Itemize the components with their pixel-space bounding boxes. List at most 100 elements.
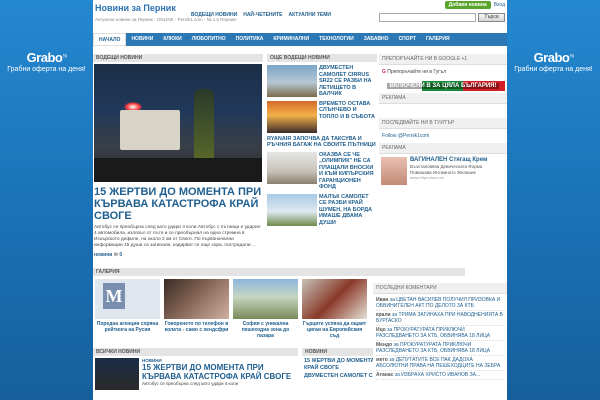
- comment-text[interactable]: за ИЗБРАХА ХРИСТО ИВАНОВ ЗА...: [395, 372, 480, 378]
- news-title[interactable]: МАЛЪК САМОЛЕТ СЕ РАЗБИ КРАЙ ШУМЕН, НА БО…: [319, 194, 377, 227]
- section-head-other: ОЩЕ ВОДЕЩИ НОВИНИ: [267, 54, 377, 62]
- grabo-tagline: Грабни оферта на деня!: [7, 66, 86, 73]
- nav-news[interactable]: НОВИНИ: [126, 33, 158, 46]
- comment-icon: ✉: [113, 252, 118, 258]
- gallery-image[interactable]: [302, 279, 367, 319]
- topnav-lead-news[interactable]: ВОДЕЩИ НОВИНИ: [191, 12, 237, 18]
- gallery-caption[interactable]: София с уникална пешеходна зона до пазар…: [233, 321, 298, 339]
- comment-text[interactable]: за ПРОКУРАТУРАТА ПРИКЛЮЧИ РАЗСЛЕДВАНЕТО …: [376, 342, 490, 354]
- news-title[interactable]: RYANAIR ЗАПОЧВА ДА ТАКСУВА И РЪЧНИЯ БАГА…: [267, 136, 377, 149]
- news-thumbnail[interactable]: [267, 151, 317, 184]
- gallery-item[interactable]: Гърците успяха да ощаят цигаи на Европей…: [302, 279, 367, 339]
- comment-text[interactable]: за ДЕПУТАТИТЕ ВСЕ ПАК ДАДОХА АБСОЛЮТНИ П…: [376, 357, 500, 369]
- gplus-body: G Препоръчайте ни в Гугъл: [379, 65, 507, 79]
- road-shape: [94, 158, 262, 182]
- comment-author: Атанас: [376, 372, 394, 378]
- list-item[interactable]: НОВИНИ 15 ЖЕРТВИ ДО МОМЕНТА ПРИ КЪРВАВА …: [93, 356, 298, 392]
- gallery-caption[interactable]: Гърците успяха да ощаят цигаи на Европей…: [302, 321, 367, 339]
- nav-home[interactable]: НАЧАЛО: [93, 33, 127, 46]
- news-title[interactable]: 15 ЖЕРТВИ ДО МОМЕНТА ПРИ КЪРВАВА КАТАСТР…: [142, 363, 296, 381]
- promo-site[interactable]: www.hitproduct.net: [410, 175, 505, 180]
- comment-text[interactable]: за ТРИМА ЗАГИНАХА ПРИ НАВОДНЕНИЯТА В БУР…: [376, 312, 503, 324]
- nav-tech[interactable]: ТЕХНОЛОГИИ: [314, 33, 359, 46]
- section-head-all: ВСИЧКИ НОВИНИ: [93, 348, 298, 356]
- add-news-button[interactable]: Добави новина: [444, 1, 491, 9]
- lead-comment-count[interactable]: 0: [119, 252, 122, 258]
- gallery-image[interactable]: [233, 279, 298, 319]
- news-title[interactable]: ОКАЗВА СЕ ЧЕ „ОЛИМПИК" НЕ СА ПЛАЩАЛИ ВНО…: [319, 152, 377, 191]
- section-head-gallery: ГАЛЕРИЯ: [93, 268, 465, 276]
- promo-title[interactable]: ВАГИНАЛЕН Стягащ Крем: [410, 157, 505, 164]
- gallery-item[interactable]: София с уникална пешеходна зона до пазар…: [233, 279, 298, 339]
- gallery-caption[interactable]: Говоренето по телефон в колата - само с …: [164, 321, 229, 333]
- twitter-follow-link[interactable]: Follow @Pernik1com: [379, 129, 507, 143]
- grabo-tagline: Грабни оферта на деня!: [514, 66, 593, 73]
- topnav-hot-topics[interactable]: АКТУАЛНИ ТЕМИ: [289, 12, 332, 18]
- sidebar: ПРЕПОРЪЧАЙТЕ НИ В GOOGLE +1 G Препоръчай…: [379, 54, 507, 188]
- lead-photo[interactable]: [94, 64, 262, 182]
- nav-curious[interactable]: ЛЮБОПИТНО: [187, 33, 231, 46]
- bulgaria-banner[interactable]: ВКЛЮЧЕНИ В ЗА ЦЯЛА БЪЛГАРИЯ!: [381, 81, 505, 91]
- list-item[interactable]: МАЛЪК САМОЛЕТ СЕ РАЗБИ КРАЙ ШУМЕН, НА БО…: [267, 193, 377, 227]
- news-thumbnail[interactable]: [267, 65, 317, 97]
- moodys-m-logo: M: [103, 283, 125, 309]
- comments-widget: ПОСЛЕДНИ КОМЕНТАРИ Иван за ЦВЕТАН ВАСИЛЕ…: [373, 283, 507, 400]
- comments-head: ПОСЛЕДНИ КОМЕНТАРИ: [373, 283, 507, 294]
- list-item[interactable]: ВРЕМЕТО ОСТАВА СЛЪНЧЕВО И ТОПЛО И В СЪБО…: [267, 100, 377, 133]
- search-input[interactable]: [379, 13, 476, 22]
- list-item[interactable]: ОКАЗВА СЕ ЧЕ „ОЛИМПИК" НЕ СА ПЛАЩАЛИ ВНО…: [267, 151, 377, 191]
- gallery-image[interactable]: [164, 279, 229, 319]
- grabo-logo: Grabo.bg: [26, 50, 67, 65]
- nav-gallery[interactable]: ГАЛЕРИЯ: [421, 33, 455, 46]
- topnav-most-read[interactable]: НАЙ-ЧЕТЕНИТЕ: [243, 12, 282, 18]
- other-lead-column: ОЩЕ ВОДЕЩИ НОВИНИ ДВУМЕСТЕН САМОЛЕТ CIRR…: [267, 54, 377, 229]
- lead-meta: новини ✉ 0: [93, 250, 263, 260]
- top-nav: ВОДЕЩИ НОВИНИ НАЙ-ЧЕТЕНИТЕ АКТУАЛНИ ТЕМИ: [191, 12, 331, 18]
- ad-label: РЕКЛАМА: [379, 93, 507, 104]
- ad-label: РЕКЛАМА: [379, 143, 507, 154]
- promo-image[interactable]: [381, 157, 407, 185]
- news-thumbnail[interactable]: [267, 193, 317, 226]
- comment-text[interactable]: за ПРОКУРАТУРАТА ПРИКЛЮЧИ РАЗСЛЕДВАНЕТО …: [376, 327, 490, 339]
- comment-item[interactable]: Атанас за ИЗБРАХА ХРИСТО ИВАНОВ ЗА...: [376, 371, 504, 380]
- news-thumbnail[interactable]: [267, 100, 317, 133]
- nav-politics[interactable]: ПОЛИТИКА: [231, 33, 269, 46]
- news-title[interactable]: ДВУМЕСТЕН САМОЛЕТ CIRRUS SR22 СЕ РАЗБИ Н…: [319, 65, 377, 98]
- comment-item[interactable]: Иван за ЦВЕТАН ВАСИЛЕВ ПОЛУЧИЛ ПРИЗОВКА …: [376, 296, 504, 311]
- news-thumbnail[interactable]: [95, 358, 139, 390]
- nav-sport[interactable]: СПОРТ: [394, 33, 421, 46]
- gallery-item[interactable]: Говоренето по телефон в колата - само с …: [164, 279, 229, 339]
- promo-ad[interactable]: ВАГИНАЛЕН Стягащ Крем Възстановява Девич…: [379, 154, 507, 188]
- grabo-logo: Grabo.bg: [533, 50, 574, 65]
- comments-list: Иван за ЦВЕТАН ВАСИЛЕВ ПОЛУЧИЛ ПРИЗОВКА …: [373, 294, 507, 382]
- gallery-image[interactable]: M: [95, 279, 160, 319]
- lead-text: Автобус се преобърна след като удари 4 к…: [94, 225, 261, 248]
- comment-item[interactable]: Ицо за ПРОКУРАТУРАТА ПРИКЛЮЧИ РАЗСЛЕДВАН…: [376, 326, 504, 341]
- nav-gossip[interactable]: КЛЮКИ: [158, 33, 186, 46]
- lead-news-column: ВОДЕЩИ НОВИНИ 15 ЖЕРТВИ ДО МОМЕНТА ПРИ К…: [93, 54, 263, 260]
- gallery-item[interactable]: M Поредна агенция спряна рейтинга на Рус…: [95, 279, 160, 339]
- comment-item[interactable]: мето за ДЕПУТАТИТЕ ВСЕ ПАК ДАДОХА АБСОЛЮ…: [376, 356, 504, 371]
- comment-item[interactable]: крали за ТРИМА ЗАГИНАХА ПРИ НАВОДНЕНИЯТА…: [376, 311, 504, 326]
- list-item[interactable]: ДВУМЕСТЕН САМОЛЕТ CIRRUS SR22 СЕ РАЗБИ Н…: [267, 65, 377, 98]
- comment-text[interactable]: за ЦВЕТАН ВАСИЛЕВ ПОЛУЧИЛ ПРИЗОВКА И ОБВ…: [376, 297, 500, 309]
- nav-fun[interactable]: ЗАБАВНО: [359, 33, 394, 46]
- police-officer-shape: [194, 89, 214, 164]
- nav-crime[interactable]: КРИМИНАЛНИ: [268, 33, 314, 46]
- grabo-ad-right[interactable]: Grabo.bg Грабни оферта на деня!: [507, 50, 600, 74]
- lead-title[interactable]: 15 ЖЕРТВИ ДО МОМЕНТА ПРИ КЪРВАВА КАТАСТР…: [93, 184, 263, 224]
- site-title[interactable]: Новини за Перник: [95, 3, 176, 13]
- lead-category-link[interactable]: новини: [94, 252, 112, 258]
- search-button[interactable]: Търси: [478, 13, 505, 22]
- grabo-ad-left[interactable]: Grabo.bg Грабни оферта на деня!: [0, 50, 93, 74]
- gplus-head: ПРЕПОРЪЧАЙТЕ НИ В GOOGLE +1: [379, 54, 507, 65]
- comment-item[interactable]: Мендо за ПРОКУРАТУРАТА ПРИКЛЮЧИ РАЗСЛЕДВ…: [376, 341, 504, 356]
- gplus-icon[interactable]: G: [382, 69, 386, 75]
- gallery-caption[interactable]: Поредна агенция спряна рейтинга на Русия: [95, 321, 160, 333]
- all-news-section: ВСИЧКИ НОВИНИ НОВИНИ 15 ЖЕРТВИ ДО МОМЕНТ…: [93, 348, 298, 392]
- login-link[interactable]: Вход: [494, 2, 505, 8]
- ad-slot: [379, 104, 507, 118]
- news-title[interactable]: ВРЕМЕТО ОСТАВА СЛЪНЧЕВО И ТОПЛО И В СЪБО…: [319, 101, 377, 133]
- gplus-text[interactable]: Препоръчайте ни в Гугъл: [387, 69, 446, 75]
- twitter-head: ПОСЛЕДВАЙТЕ НИ В ТУИТЪР: [379, 118, 507, 129]
